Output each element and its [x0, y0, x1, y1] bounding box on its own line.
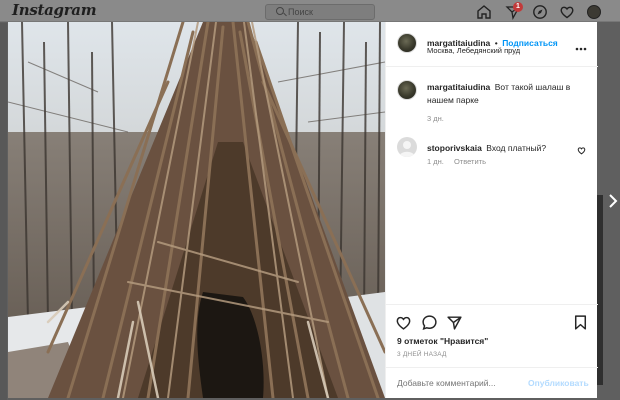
post-caption: margatitaiudina Вот такой шалаш в нашем …	[427, 80, 589, 106]
comment-meta: 1 дн. Ответить	[427, 157, 494, 166]
profile-avatar[interactable]	[587, 5, 601, 19]
add-comment-bar: Опубликовать	[386, 367, 598, 399]
caption-timestamp: 3 дн.	[427, 114, 444, 123]
post-photo[interactable]	[8, 22, 385, 398]
likes-count[interactable]: 9 отметок "Нравится"	[397, 336, 488, 346]
top-nav: Instagram Поиск 1	[0, 0, 620, 22]
explore-icon[interactable]	[532, 4, 548, 20]
comment-text: Вход платный?	[486, 143, 547, 153]
comment-username[interactable]: stoporivskaia	[427, 143, 482, 153]
search-box[interactable]: Поиск	[265, 4, 375, 20]
caption-username[interactable]: margatitaiudina	[427, 82, 490, 92]
post-modal: margatitaiudina • Подписаться Москва, Ле…	[8, 22, 598, 398]
post-header: margatitaiudina • Подписаться Москва, Ле…	[386, 22, 598, 67]
more-icon[interactable]	[575, 38, 587, 51]
caption-author-avatar[interactable]	[397, 80, 417, 100]
comment-icon[interactable]	[421, 314, 438, 331]
post-date: 3 ДНЕЙ НАЗАД	[397, 351, 447, 358]
reply-button[interactable]: Ответить	[454, 157, 486, 166]
save-icon[interactable]	[572, 314, 589, 331]
instagram-logo[interactable]: Instagram	[12, 1, 97, 19]
location-link[interactable]: Москва, Лебедянский пруд	[427, 46, 520, 55]
author-avatar[interactable]	[397, 33, 417, 53]
next-arrow-icon[interactable]	[606, 192, 620, 210]
commenter-avatar[interactable]	[397, 137, 417, 157]
search-icon	[276, 7, 284, 15]
heart-icon[interactable]	[559, 4, 575, 20]
comment-input[interactable]	[397, 378, 517, 388]
home-icon[interactable]	[476, 4, 492, 20]
post-sidebar: margatitaiudina • Подписаться Москва, Ле…	[385, 22, 598, 398]
post-actions: 9 отметок "Нравится" 3 ДНЕЙ НАЗАД Опубли…	[386, 304, 598, 398]
comment-timestamp: 1 дн.	[427, 157, 444, 166]
feed-background	[0, 23, 7, 400]
publish-button[interactable]: Опубликовать	[528, 378, 589, 388]
share-icon[interactable]	[446, 314, 463, 331]
notification-badge: 1	[513, 2, 523, 12]
like-icon[interactable]	[395, 314, 412, 331]
comment-like-icon[interactable]	[577, 142, 586, 155]
search-placeholder: Поиск	[288, 7, 313, 17]
comment-item: stoporivskaia Вход платный?	[427, 138, 546, 156]
